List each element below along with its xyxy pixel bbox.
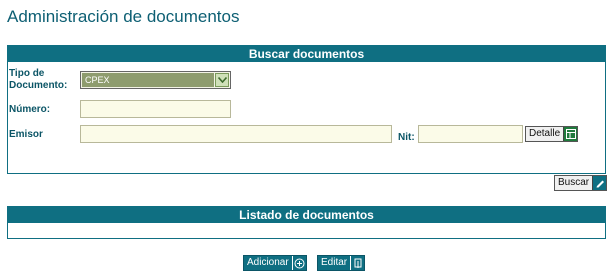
grid-icon [563,127,578,141]
chevron-down-icon[interactable] [215,73,229,87]
tipo-documento-label: Tipo de Documento: [9,68,67,92]
numero-label: Número: [9,104,51,115]
tipo-documento-select[interactable]: CPEX [80,71,231,89]
editar-button[interactable]: Editar [317,255,366,271]
page-title: Administración de documentos [7,7,240,26]
search-panel: Buscar documentos Tipo de Documento: CPE… [7,45,606,174]
list-panel: Listado de documentos [7,206,606,239]
buscar-button-label: Buscar [558,177,590,188]
nit-label: Nit: [398,132,415,143]
detalle-button-label: Detalle [529,128,561,139]
tipo-label-line1: Tipo de [9,68,45,79]
emisor-label: Emisor [9,129,43,140]
detalle-button[interactable]: Detalle [525,126,579,142]
search-panel-header: Buscar documentos [8,46,605,62]
adicionar-button[interactable]: Adicionar [243,255,307,271]
adicionar-button-label: Adicionar [247,257,289,268]
list-panel-header: Listado de documentos [8,207,605,223]
tipo-label-line2: Documento: [9,80,68,91]
pencil-icon [592,176,607,190]
buscar-button[interactable]: Buscar [554,175,608,191]
nit-input[interactable] [418,125,523,143]
editar-button-label: Editar [321,257,348,268]
plus-circle-icon [291,256,306,270]
numero-input[interactable] [80,100,231,118]
tipo-documento-value: CPEX [82,73,214,87]
emisor-input[interactable] [80,125,392,143]
edit-icon [350,256,365,270]
